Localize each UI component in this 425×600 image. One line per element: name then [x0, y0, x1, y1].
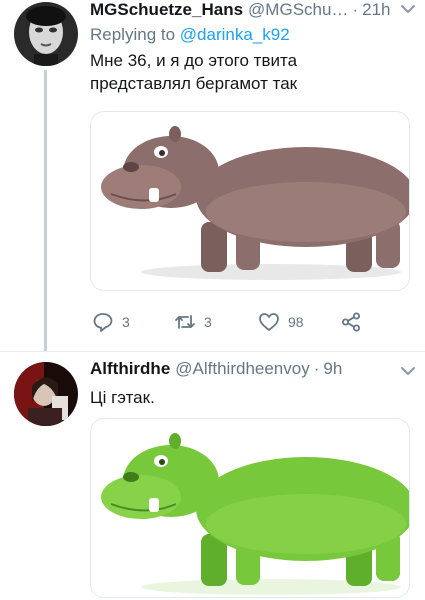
tweet[interactable]: MGSchuetze_Hans @MGSchu… · 21h Replying … — [0, 0, 425, 352]
thread-line — [44, 70, 47, 352]
author-name[interactable]: Alfthirdhe — [90, 359, 170, 379]
green-hippo-photo — [91, 419, 409, 597]
timestamp[interactable]: 9h — [323, 359, 342, 379]
share-button[interactable] — [340, 311, 370, 333]
tweet-header: MGSchuetze_Hans @MGSchu… · 21h — [90, 0, 417, 20]
tweet-text: Ці гэтак. — [90, 386, 410, 409]
tweet-text-line: Ці гэтак. — [90, 388, 155, 407]
avatar[interactable] — [14, 362, 78, 426]
retweet-icon — [175, 315, 195, 329]
tweet-header: Alfthirdhe @Alfthirdheenvoy · 9h — [90, 359, 417, 379]
chevron-down-icon[interactable] — [399, 364, 417, 378]
like-button[interactable]: 98 — [258, 311, 304, 333]
author-handle[interactable]: @Alfthirdheenvoy — [175, 359, 309, 379]
tweet-image[interactable] — [90, 418, 410, 598]
retweet-count: 3 — [204, 314, 212, 330]
tweet-image[interactable] — [90, 111, 410, 291]
author-handle[interactable]: @MGSchu… — [248, 0, 348, 20]
separator-dot: · — [352, 0, 359, 19]
avatar-image — [14, 2, 78, 66]
replying-to: Replying to @darinka_k92 — [90, 25, 290, 45]
avatar-image — [14, 362, 78, 426]
like-count: 98 — [288, 314, 304, 330]
tweet-actions: 3 3 98 — [90, 311, 390, 337]
reply-icon — [93, 313, 113, 332]
hippo-photo — [91, 112, 409, 290]
reply-count: 3 — [122, 314, 130, 330]
tweet-text: Мне 36, и я до этого твита представлял б… — [90, 49, 410, 95]
timestamp[interactable]: 21h — [362, 0, 390, 20]
tweet-text-line: представлял бергамот так — [90, 74, 298, 93]
author-name[interactable]: MGSchuetze_Hans — [90, 0, 243, 20]
replying-to-handle[interactable]: @darinka_k92 — [180, 25, 290, 44]
tweet[interactable]: Alfthirdhe @Alfthirdheenvoy · 9h Ці гэта… — [0, 352, 425, 600]
chevron-down-icon[interactable] — [399, 2, 417, 16]
reply-button[interactable]: 3 — [92, 311, 130, 333]
heart-icon — [259, 313, 279, 331]
separator-dot: · — [313, 359, 320, 378]
replying-to-label: Replying to — [90, 25, 176, 44]
share-icon — [342, 312, 360, 332]
tweet-text-line: Мне 36, и я до этого твита — [90, 51, 298, 70]
avatar[interactable] — [14, 2, 78, 66]
retweet-button[interactable]: 3 — [174, 311, 212, 333]
